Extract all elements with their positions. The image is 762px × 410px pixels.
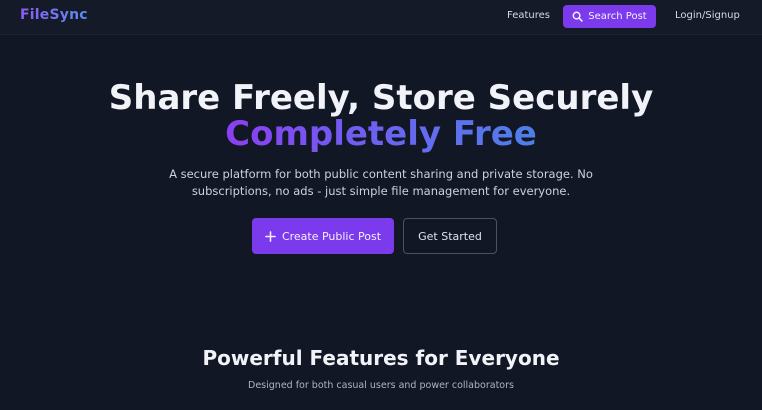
nav-link-features[interactable]: Features [507,10,550,21]
search-post-button[interactable]: Search Post [563,5,656,28]
nav-link-login-signup[interactable]: Login/Signup [675,10,740,21]
hero-accent-text: Completely Free [225,114,537,154]
search-post-label: Search Post [588,11,647,22]
features-section-subtitle: Designed for both casual users and power… [248,380,514,391]
get-started-button[interactable]: Get Started [403,218,497,254]
hero-accent-title: Completely Free [0,114,762,154]
create-public-post-button[interactable]: Create Public Post [252,218,394,254]
hero-subtitle: A secure platform for both public conten… [169,167,593,198]
brand-logo[interactable]: FileSync [20,7,88,23]
search-icon [572,11,583,22]
top-navbar: FileSync Features Search Post Login/Sign… [0,0,762,35]
plus-icon [265,230,276,242]
hero-title: Share Freely, Store Securely [108,78,654,118]
features-section-title: Powerful Features for Everyone [202,346,560,370]
create-public-post-label: Create Public Post [281,229,382,243]
